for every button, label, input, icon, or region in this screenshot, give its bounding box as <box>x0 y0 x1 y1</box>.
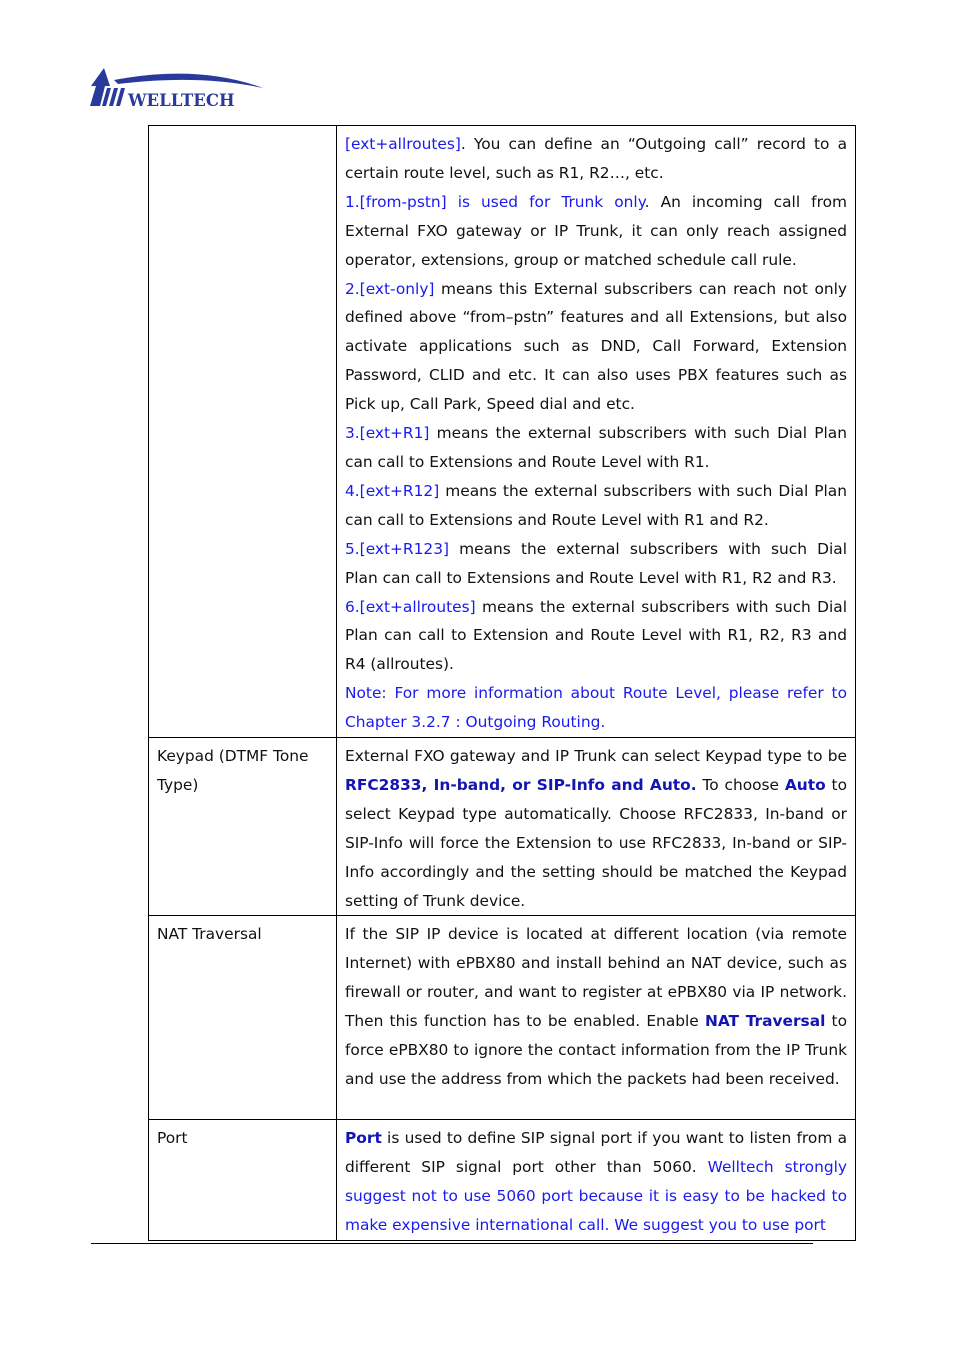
table-row: [ext+allroutes]. You can define an “Outg… <box>148 124 856 739</box>
body-text: to select Keypad type automatically. Cho… <box>345 775 848 910</box>
highlighted-text: [ext+allroutes] <box>345 135 461 153</box>
description-paragraph: Port is used to define SIP signal port i… <box>345 1124 847 1240</box>
highlighted-text: 4.[ext+R12] <box>345 481 440 500</box>
setting-name-cell: NAT Traversal <box>148 915 337 1121</box>
highlighted-text: 1.[from-pstn] is used for Trunk only <box>345 192 645 211</box>
body-text: External FXO gateway and IP Trunk can se… <box>345 747 847 766</box>
description-paragraph: 3.[ext+R1] means the external subscriber… <box>345 419 847 477</box>
setting-description-cell: Port is used to define SIP signal port i… <box>336 1119 856 1242</box>
setting-description-cell: If the SIP IP device is located at diffe… <box>336 915 856 1121</box>
setting-name-cell: Keypad (DTMF Tone Type) <box>148 737 337 917</box>
welltech-logo-icon: WELLTECH <box>90 68 263 110</box>
description-paragraph: 2.[ext-only] means this External subscri… <box>345 275 847 420</box>
settings-table: [ext+allroutes]. You can define an “Outg… <box>148 124 856 1242</box>
highlighted-text: 6.[ext+allroutes] <box>345 597 476 616</box>
highlighted-text: RFC2833, In-band, or SIP-Info and Auto. <box>345 775 697 794</box>
description-paragraph: [ext+allroutes]. You can define an “Outg… <box>345 130 847 188</box>
description-paragraph: 4.[ext+R12] means the external subscribe… <box>345 477 847 535</box>
setting-description-cell: [ext+allroutes]. You can define an “Outg… <box>336 124 856 739</box>
table-row: NAT Traversal If the SIP IP device is loc… <box>148 915 856 1121</box>
description-paragraph: External FXO gateway and IP Trunk can se… <box>345 742 847 915</box>
body-text: To choose <box>696 775 785 794</box>
highlighted-text: Auto <box>784 775 826 794</box>
footer-divider <box>91 1243 813 1244</box>
welltech-logo: WELLTECH <box>88 66 268 110</box>
svg-text:WELLTECH: WELLTECH <box>127 91 235 110</box>
highlighted-text: Note: For more information about Route L… <box>345 684 847 732</box>
highlighted-text: NAT Traversal <box>704 1012 826 1031</box>
description-paragraph: Note: For more information about Route L… <box>345 679 847 737</box>
setting-description-cell: External FXO gateway and IP Trunk can se… <box>336 737 856 917</box>
description-paragraph: 6.[ext+allroutes] means the external sub… <box>345 593 847 680</box>
description-paragraph: 5.[ext+R123] means the external subscrib… <box>345 535 847 593</box>
table-row: Port Port is used to define SIP signal po… <box>148 1119 856 1242</box>
description-paragraph: If the SIP IP device is located at diffe… <box>345 920 847 1093</box>
description-paragraph: 1.[from-pstn] is used for Trunk only. An… <box>345 188 847 275</box>
highlighted-text: 5.[ext+R123] <box>345 539 449 558</box>
body-text: means this External subscribers can reac… <box>345 279 847 414</box>
table-row: Keypad (DTMF Tone Type) External FXO gate… <box>148 737 856 917</box>
highlighted-text: 3.[ext+R1] <box>345 424 430 443</box>
highlighted-text: 2.[ext-only] <box>345 279 435 298</box>
setting-name-cell <box>148 124 337 739</box>
setting-name-cell: Port <box>148 1119 337 1242</box>
highlighted-text: Port <box>345 1129 382 1148</box>
